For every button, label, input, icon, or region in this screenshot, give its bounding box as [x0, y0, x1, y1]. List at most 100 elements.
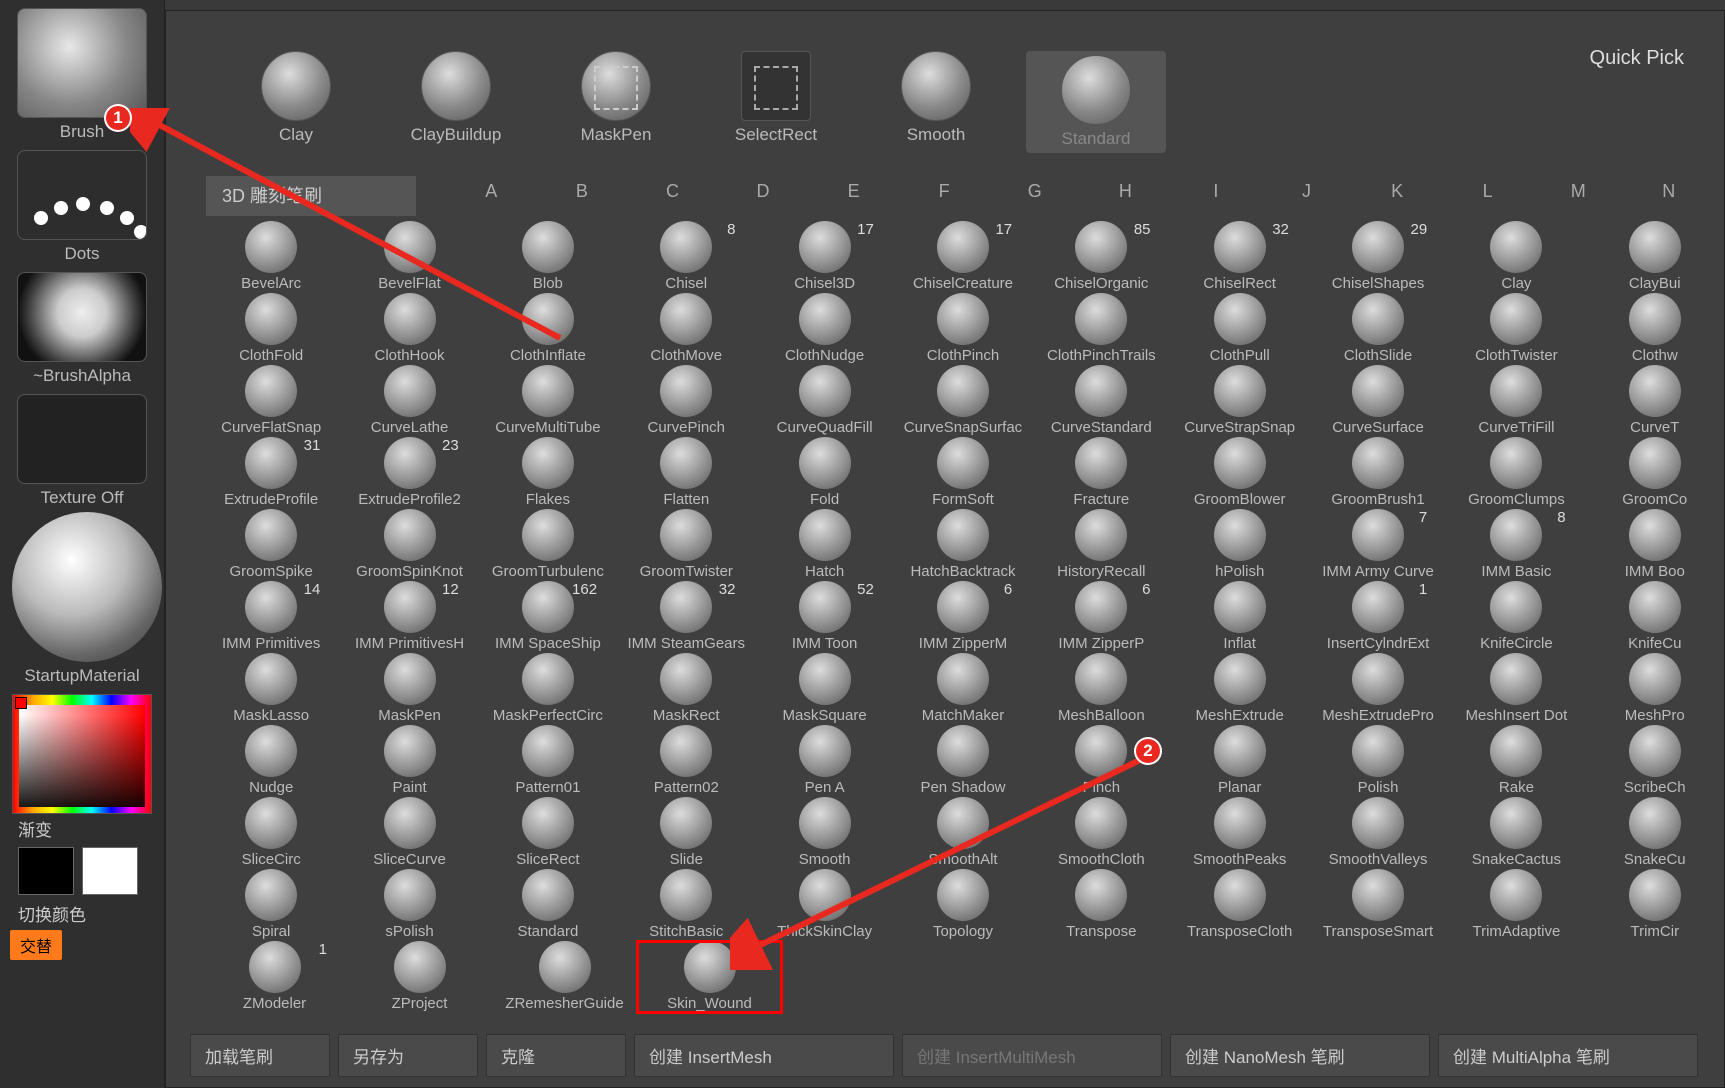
brush-hpolish[interactable]: hPolish: [1171, 509, 1309, 581]
brush-transposesmart[interactable]: TransposeSmart: [1309, 869, 1447, 941]
brush-meshpro[interactable]: MeshPro: [1586, 653, 1724, 725]
color-picker[interactable]: [12, 694, 152, 814]
brush-zmodeler[interactable]: ZModeler1: [202, 941, 347, 1013]
brush-slicerect[interactable]: SliceRect: [479, 797, 617, 869]
brush-clothpull[interactable]: ClothPull: [1171, 293, 1309, 365]
brush-curvesurface[interactable]: CurveSurface: [1309, 365, 1447, 437]
brush-imm-army-curve[interactable]: IMM Army Curve7: [1309, 509, 1447, 581]
alpha-filter-d[interactable]: D: [718, 181, 809, 202]
brush-spiral[interactable]: Spiral: [202, 869, 340, 941]
brush-inflat[interactable]: Inflat: [1171, 581, 1309, 653]
brush-curveflatsnap[interactable]: CurveFlatSnap: [202, 365, 340, 437]
brush-flakes[interactable]: Flakes: [479, 437, 617, 509]
quickpick-standard[interactable]: Standard: [1026, 51, 1166, 153]
create-insertmultimesh-button[interactable]: 创建 InsertMultiMesh: [902, 1034, 1162, 1077]
brush-extrudeprofile[interactable]: ExtrudeProfile31: [202, 437, 340, 509]
brush-maskpen[interactable]: MaskPen: [340, 653, 478, 725]
brush-curvet[interactable]: CurveT: [1586, 365, 1724, 437]
save-as-button[interactable]: 另存为: [338, 1034, 478, 1077]
brush-chiselrect[interactable]: ChiselRect32: [1171, 221, 1309, 293]
brush-maskrect[interactable]: MaskRect: [617, 653, 755, 725]
create-insertmesh-button[interactable]: 创建 InsertMesh: [634, 1034, 894, 1077]
brush-meshballoon[interactable]: MeshBalloon: [1032, 653, 1170, 725]
brush-trimcir[interactable]: TrimCir: [1586, 869, 1724, 941]
brush-imm-primitivesh[interactable]: IMM PrimitivesH12: [340, 581, 478, 653]
brush-hatchbacktrack[interactable]: HatchBacktrack: [894, 509, 1032, 581]
brush-smoothvalleys[interactable]: SmoothValleys: [1309, 797, 1447, 869]
alpha-filter-i[interactable]: I: [1171, 181, 1262, 202]
brush-scribech[interactable]: ScribeCh: [1586, 725, 1724, 797]
alpha-filter-c[interactable]: C: [627, 181, 718, 202]
brush-imm-spaceship[interactable]: IMM SpaceShip162: [479, 581, 617, 653]
brush-hatch[interactable]: Hatch: [755, 509, 893, 581]
brush-knifecu[interactable]: KnifeCu: [1586, 581, 1724, 653]
brush-knifecircle[interactable]: KnifeCircle: [1447, 581, 1585, 653]
brush-slicecurve[interactable]: SliceCurve: [340, 797, 478, 869]
brush-claybui[interactable]: ClayBui: [1586, 221, 1724, 293]
brush-smoothpeaks[interactable]: SmoothPeaks: [1171, 797, 1309, 869]
brush-curvestrapsnap[interactable]: CurveStrapSnap: [1171, 365, 1309, 437]
brush-clothw[interactable]: Clothw: [1586, 293, 1724, 365]
brush-groomspinknot[interactable]: GroomSpinKnot: [340, 509, 478, 581]
brush-chiselshapes[interactable]: ChiselShapes29: [1309, 221, 1447, 293]
brush-groomco[interactable]: GroomCo: [1586, 437, 1724, 509]
brush-formsoft[interactable]: FormSoft: [894, 437, 1032, 509]
brush-flatten[interactable]: Flatten: [617, 437, 755, 509]
brush-curvequadfill[interactable]: CurveQuadFill: [755, 365, 893, 437]
brush-clothmove[interactable]: ClothMove: [617, 293, 755, 365]
alpha-filter-e[interactable]: E: [808, 181, 899, 202]
brush-curvestandard[interactable]: CurveStandard: [1032, 365, 1170, 437]
brush-masksquare[interactable]: MaskSquare: [755, 653, 893, 725]
alpha-filter-j[interactable]: J: [1261, 181, 1352, 202]
brush-extrudeprofile2[interactable]: ExtrudeProfile223: [340, 437, 478, 509]
quickpick-smooth[interactable]: Smooth: [866, 51, 1006, 153]
brush-planar[interactable]: Planar: [1171, 725, 1309, 797]
brush-groomclumps[interactable]: GroomClumps: [1447, 437, 1585, 509]
brush-maskperfectcirc[interactable]: MaskPerfectCirc: [479, 653, 617, 725]
brush-matchmaker[interactable]: MatchMaker: [894, 653, 1032, 725]
brush-clothpinchtrails[interactable]: ClothPinchTrails: [1032, 293, 1170, 365]
brush-curvemultitube[interactable]: CurveMultiTube: [479, 365, 617, 437]
brush-groomtwister[interactable]: GroomTwister: [617, 509, 755, 581]
alpha-filter-h[interactable]: H: [1080, 181, 1171, 202]
alpha-filter-m[interactable]: M: [1533, 181, 1624, 202]
brush-nudge[interactable]: Nudge: [202, 725, 340, 797]
brush-clothtwister[interactable]: ClothTwister: [1447, 293, 1585, 365]
brush-curvetrifill[interactable]: CurveTriFill: [1447, 365, 1585, 437]
brush-clothslide[interactable]: ClothSlide: [1309, 293, 1447, 365]
quickpick-selectrect[interactable]: SelectRect: [706, 51, 846, 153]
alpha-filter-g[interactable]: G: [989, 181, 1080, 202]
brush-clothnudge[interactable]: ClothNudge: [755, 293, 893, 365]
brush-slicecirc[interactable]: SliceCirc: [202, 797, 340, 869]
brush-groomspike[interactable]: GroomSpike: [202, 509, 340, 581]
brush-imm-toon[interactable]: IMM Toon52: [755, 581, 893, 653]
brush-chisel[interactable]: Chisel8: [617, 221, 755, 293]
brush-standard[interactable]: Standard: [479, 869, 617, 941]
brush-pattern01[interactable]: Pattern01: [479, 725, 617, 797]
brush-fold[interactable]: Fold: [755, 437, 893, 509]
brush-groomturbulenc[interactable]: GroomTurbulenc: [479, 509, 617, 581]
brush-groombrush1[interactable]: GroomBrush1: [1309, 437, 1447, 509]
brush-imm-zipperp[interactable]: IMM ZipperP6: [1032, 581, 1170, 653]
texture-slot[interactable]: Texture Off: [12, 394, 152, 508]
brush-snakecu[interactable]: SnakeCu: [1586, 797, 1724, 869]
brush-paint[interactable]: Paint: [340, 725, 478, 797]
alpha-filter-l[interactable]: L: [1442, 181, 1533, 202]
create-nanomesh-button[interactable]: 创建 NanoMesh 笔刷: [1170, 1034, 1430, 1077]
alpha-filter-n[interactable]: N: [1624, 181, 1715, 202]
brush-chisel3d[interactable]: Chisel3D17: [755, 221, 893, 293]
brush-meshinsert-dot[interactable]: MeshInsert Dot: [1447, 653, 1585, 725]
brush-masklasso[interactable]: MaskLasso: [202, 653, 340, 725]
brush-transposecloth[interactable]: TransposeCloth: [1171, 869, 1309, 941]
clone-button[interactable]: 克隆: [486, 1034, 626, 1077]
brush-polish[interactable]: Polish: [1309, 725, 1447, 797]
brush-imm-zipperm[interactable]: IMM ZipperM6: [894, 581, 1032, 653]
brush-snakecactus[interactable]: SnakeCactus: [1447, 797, 1585, 869]
create-multialpha-button[interactable]: 创建 MultiAlpha 笔刷: [1438, 1034, 1698, 1077]
swatch-white[interactable]: [82, 847, 138, 895]
brush-curvepinch[interactable]: CurvePinch: [617, 365, 755, 437]
brush-clothpinch[interactable]: ClothPinch: [894, 293, 1032, 365]
brush-insertcylndrext[interactable]: InsertCylndrExt1: [1309, 581, 1447, 653]
brush-clay[interactable]: Clay: [1447, 221, 1585, 293]
brush-imm-steamgears[interactable]: IMM SteamGears32: [617, 581, 755, 653]
